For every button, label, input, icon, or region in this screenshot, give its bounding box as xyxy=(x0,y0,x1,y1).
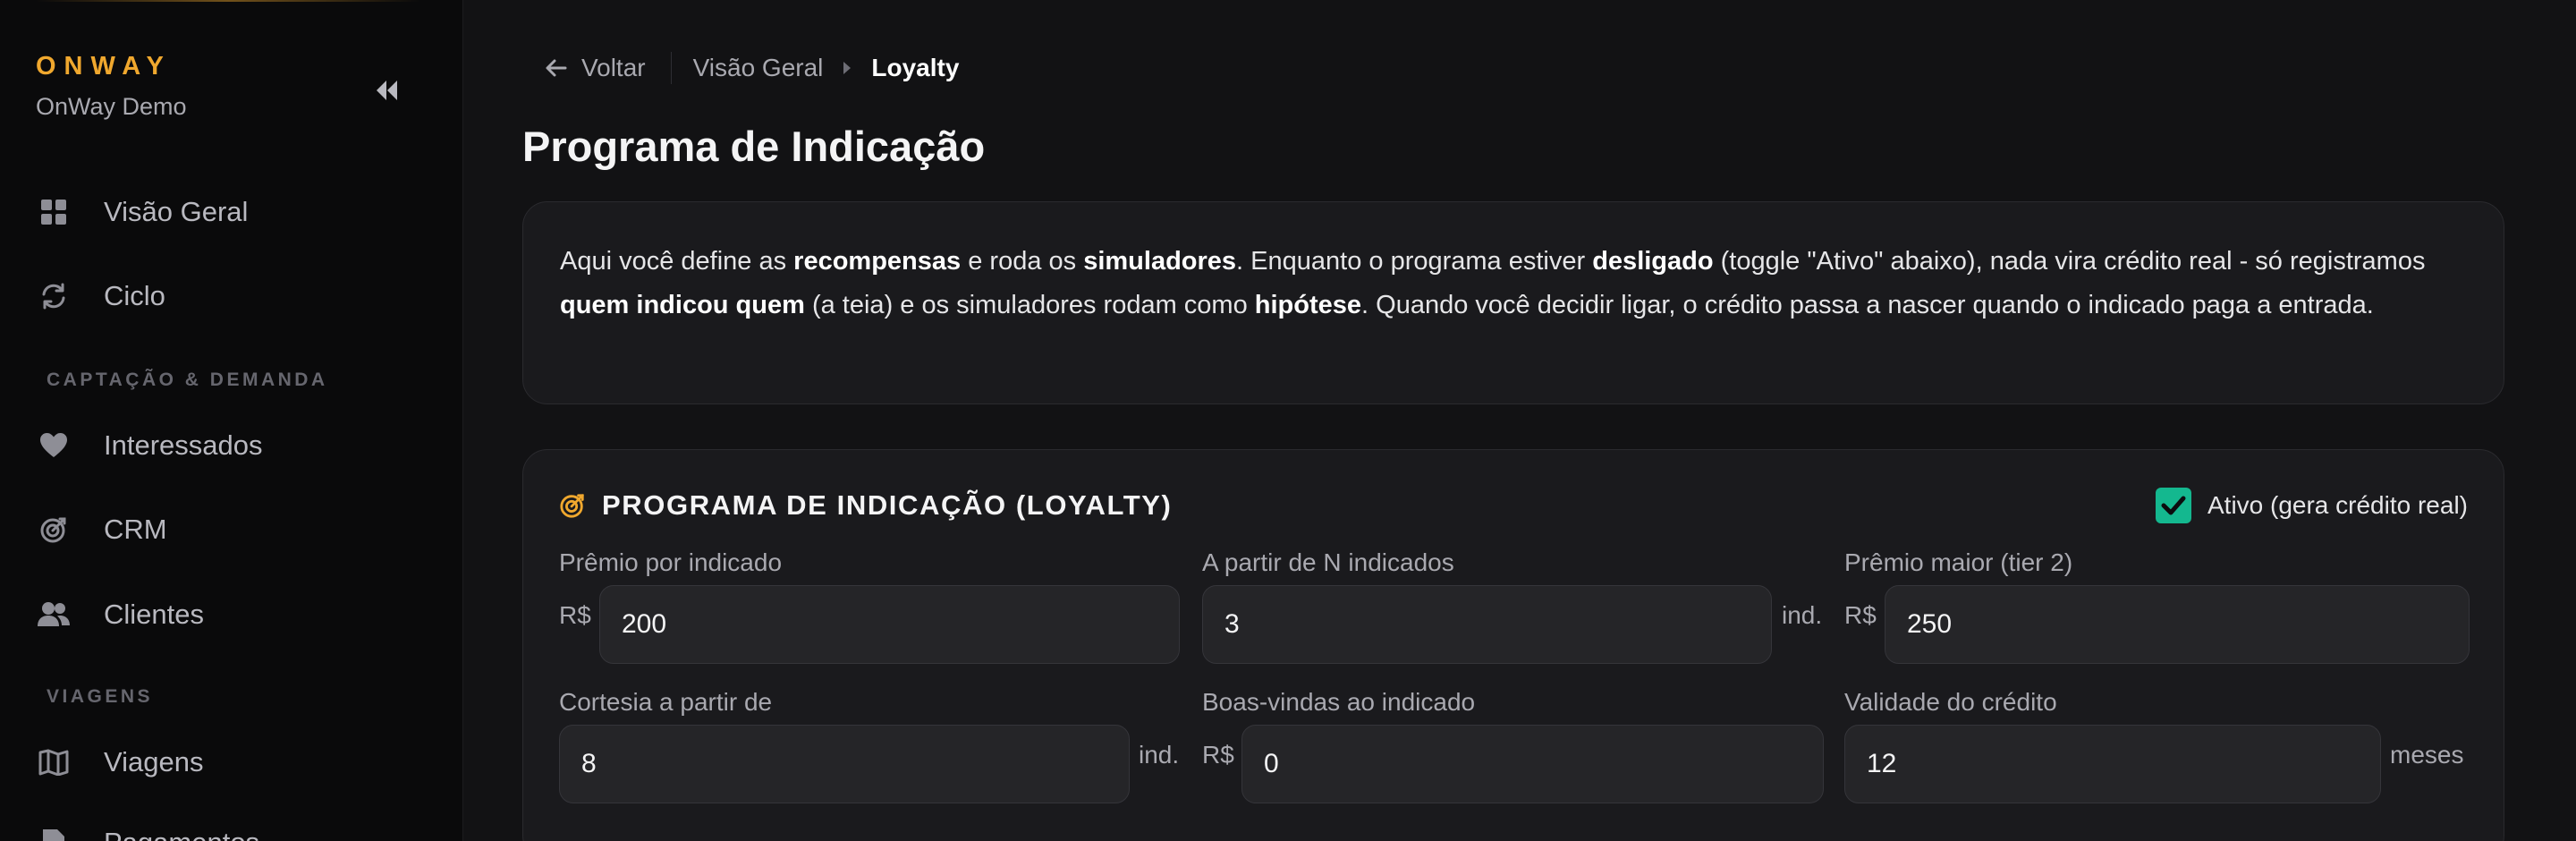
sidebar-item-label: Viagens xyxy=(104,746,204,777)
field-label: Validade do crédito xyxy=(1844,688,2057,716)
back-button[interactable]: Voltar xyxy=(522,54,667,82)
validity-input[interactable] xyxy=(1844,725,2381,803)
field-label: Cortesia a partir de xyxy=(559,688,773,716)
sidebar-item-label: Clientes xyxy=(104,599,204,630)
heart-icon xyxy=(36,428,72,463)
currency-prefix: R$ xyxy=(1202,741,1234,769)
check-icon xyxy=(2161,496,2186,515)
sidebar-item-clientes[interactable]: Clientes xyxy=(36,588,429,641)
sidebar: ONWAY OnWay Demo Visão Geral Ciclo CAPTA… xyxy=(0,0,463,841)
courtesy-input[interactable] xyxy=(559,725,1130,803)
info-text: Aqui você define as recompensas e roda o… xyxy=(560,247,2426,319)
back-button-label: Voltar xyxy=(581,54,646,81)
sidebar-item-pagamentos[interactable]: Pagamentos xyxy=(36,816,429,841)
chevrons-left-icon xyxy=(377,81,397,100)
info-card: Aqui você define as recompensas e roda o… xyxy=(522,201,2504,404)
target-icon xyxy=(36,512,72,548)
currency-prefix: R$ xyxy=(559,601,591,629)
currency-prefix: R$ xyxy=(1844,601,1877,629)
sidebar-item-viagens[interactable]: Viagens xyxy=(36,735,429,789)
chevron-right-icon xyxy=(843,61,852,75)
topbar-divider xyxy=(670,52,672,84)
unit-suffix: ind. xyxy=(1782,601,1823,629)
sidebar-item-label: Ciclo xyxy=(104,280,165,311)
sidebar-item-label: Visão Geral xyxy=(104,196,249,227)
unit-suffix: ind. xyxy=(1139,741,1180,769)
tier2-input[interactable] xyxy=(1885,585,2470,664)
collapse-sidebar-button[interactable] xyxy=(370,73,404,107)
breadcrumb-current: Loyalty xyxy=(871,54,960,81)
sidebar-item-interessados[interactable]: Interessados xyxy=(36,419,429,472)
loyalty-card: PROGRAMA DE INDICAÇÃO (LOYALTY) Ativo (g… xyxy=(522,449,2504,841)
field-label: Boas-vindas ao indicado xyxy=(1202,688,1476,716)
field-label: A partir de N indicados xyxy=(1202,548,1454,576)
active-toggle-label: Ativo (gera crédito real) xyxy=(2207,491,2468,519)
card-header: PROGRAMA DE INDICAÇÃO (LOYALTY) xyxy=(559,489,1172,522)
breadcrumb: Visão Geral Loyalty xyxy=(693,54,960,82)
field-label: Prêmio maior (tier 2) xyxy=(1844,548,2073,576)
field-label: Prêmio por indicado xyxy=(559,548,783,576)
sidebar-item-crm[interactable]: CRM xyxy=(36,503,429,556)
sidebar-item-ciclo[interactable]: Ciclo xyxy=(36,269,429,323)
users-icon xyxy=(36,597,72,633)
account-name: OnWay Demo xyxy=(36,93,187,120)
brand-logo: ONWAY xyxy=(36,52,172,81)
map-icon xyxy=(36,744,72,780)
section-title-viagens: VIAGENS xyxy=(47,686,154,707)
refresh-icon xyxy=(36,278,72,314)
sidebar-item-label: CRM xyxy=(104,514,167,545)
grid-icon xyxy=(36,194,72,230)
card-title: PROGRAMA DE INDICAÇÃO (LOYALTY) xyxy=(602,489,1173,521)
sidebar-item-label: Pagamentos xyxy=(104,827,259,841)
reward-input[interactable] xyxy=(599,585,1180,664)
breadcrumb-visao-geral[interactable]: Visão Geral xyxy=(693,54,824,82)
sidebar-item-visao-geral[interactable]: Visão Geral xyxy=(36,185,429,239)
welcome-input[interactable] xyxy=(1241,725,1824,803)
threshold-input[interactable] xyxy=(1202,585,1772,664)
active-toggle[interactable]: Ativo (gera crédito real) xyxy=(2155,488,2468,523)
topbar: Voltar Visão Geral Loyalty xyxy=(522,45,959,91)
active-checkbox[interactable] xyxy=(2155,488,2191,523)
target-icon xyxy=(560,494,584,518)
section-title-captacao: CAPTAÇÃO & DEMANDA xyxy=(47,370,328,390)
document-icon xyxy=(36,825,72,841)
sidebar-item-label: Interessados xyxy=(104,429,263,461)
arrow-left-icon xyxy=(546,59,567,77)
page-title: Programa de Indicação xyxy=(522,123,986,170)
unit-suffix: meses xyxy=(2390,741,2464,769)
